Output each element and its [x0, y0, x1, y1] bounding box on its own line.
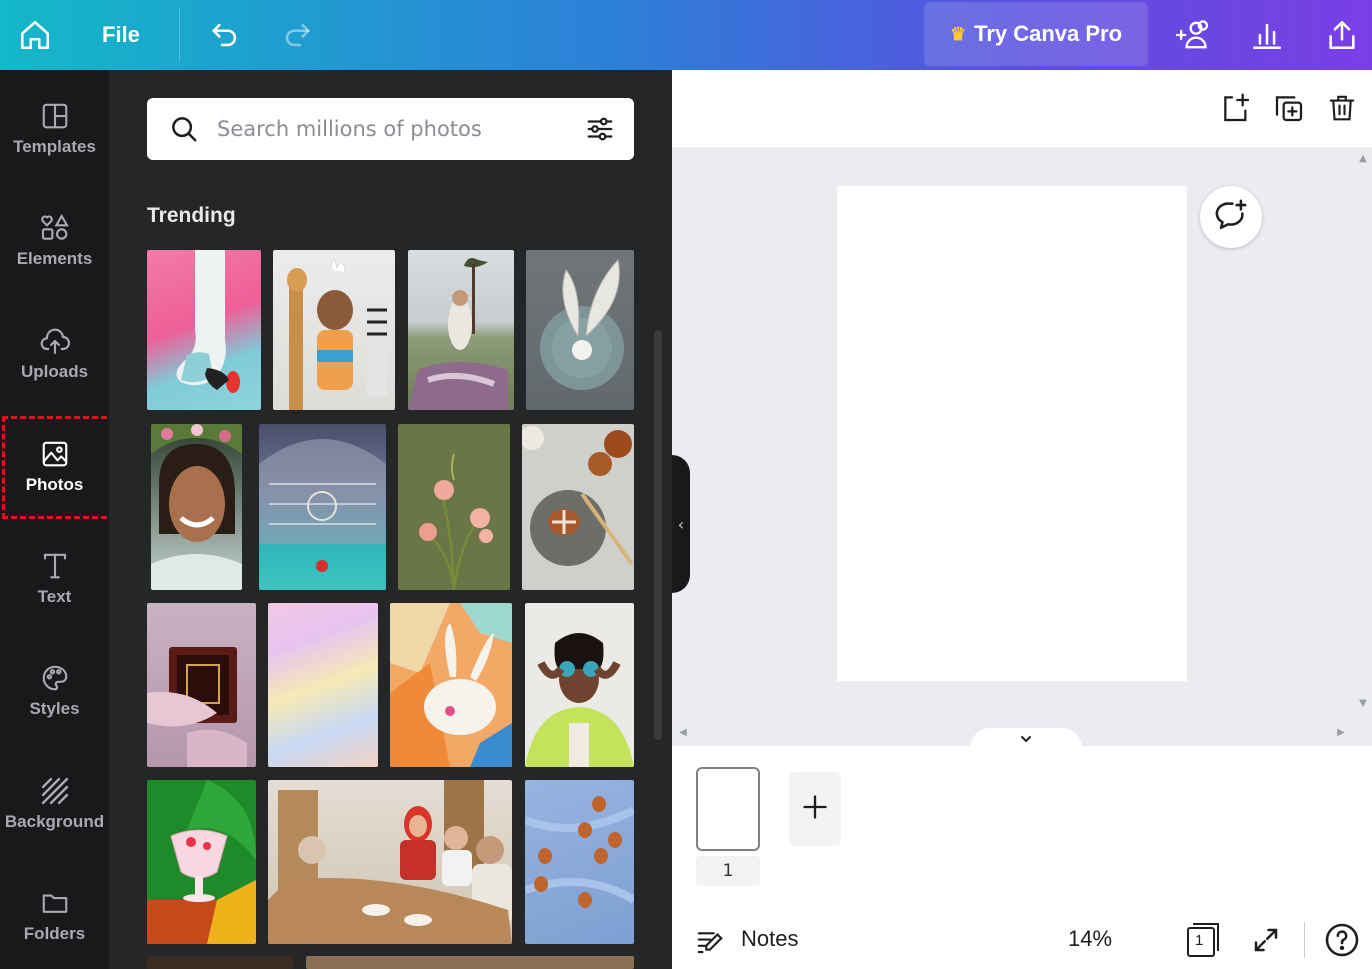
home-icon[interactable] — [14, 14, 56, 56]
rail-label: Elements — [16, 249, 93, 268]
zoom-level[interactable]: 14% — [1068, 926, 1112, 952]
chevron-down-icon — [1018, 732, 1034, 746]
photo-thumbnail[interactable] — [151, 424, 242, 590]
photo-thumbnail[interactable] — [522, 424, 634, 590]
search-box[interactable] — [147, 98, 634, 160]
panel-scrollbar[interactable] — [654, 330, 662, 740]
add-page-button[interactable] — [789, 772, 841, 846]
redo-icon[interactable] — [276, 14, 318, 56]
undo-icon[interactable] — [204, 14, 246, 56]
help-icon[interactable] — [1322, 920, 1362, 960]
rail-item-templates[interactable]: Templates — [0, 78, 109, 178]
photo-thumbnail[interactable] — [525, 780, 634, 944]
rail-label: Templates — [13, 137, 96, 156]
rail-item-styles[interactable]: Styles — [0, 640, 109, 740]
rail-label: Styles — [29, 699, 80, 718]
rail-item-text[interactable]: Text — [0, 528, 109, 628]
try-canva-pro-label: Try Canva Pro — [974, 21, 1123, 46]
photo-thumbnail[interactable] — [147, 956, 293, 969]
upload-cloud-icon — [38, 324, 72, 358]
scroll-up-icon[interactable]: ▲ — [1358, 153, 1368, 164]
file-menu-button[interactable]: File — [94, 18, 148, 52]
rail-label: Background — [4, 812, 105, 831]
divider — [179, 8, 180, 62]
toggle-page-list-button[interactable] — [970, 728, 1082, 748]
comment-plus-icon — [1214, 198, 1248, 236]
page-number-label: 1 — [696, 856, 760, 886]
photo-thumbnail[interactable] — [398, 424, 510, 590]
templates-icon — [38, 99, 72, 133]
photo-thumbnail[interactable] — [147, 603, 256, 767]
page-thumbnail[interactable] — [696, 767, 760, 851]
photo-thumbnail[interactable] — [390, 603, 512, 767]
crown-icon: ♛ — [949, 23, 967, 44]
photo-thumbnail[interactable] — [147, 780, 256, 944]
plus-icon — [801, 793, 829, 825]
photo-thumbnail[interactable] — [306, 956, 634, 969]
rail-label: Uploads — [20, 362, 89, 381]
try-canva-pro-button[interactable]: ♛ Try Canva Pro — [924, 2, 1148, 66]
trash-icon[interactable] — [1324, 90, 1360, 126]
text-icon — [38, 549, 72, 583]
rail-item-folders[interactable]: Folders — [0, 865, 109, 965]
scroll-left-icon[interactable]: ◀ — [678, 726, 688, 738]
photo-thumbnail[interactable] — [268, 603, 378, 767]
rail-label: Text — [37, 587, 72, 606]
search-input[interactable] — [215, 108, 569, 150]
photo-thumbnail[interactable] — [408, 250, 514, 410]
rail-item-background[interactable]: Background — [0, 753, 109, 853]
fullscreen-expand-icon[interactable] — [1248, 922, 1284, 958]
upload-share-icon[interactable] — [1321, 14, 1363, 56]
page-count-button[interactable]: 1 — [1184, 920, 1222, 960]
rail-label: Folders — [23, 924, 86, 943]
add-page-icon[interactable] — [1218, 90, 1254, 126]
vertical-scrollbar[interactable]: ▲ ▼ — [1354, 147, 1372, 718]
folder-icon — [38, 886, 72, 920]
page-count-badge: 1 — [1195, 932, 1204, 949]
photos-highlight-box — [2, 416, 116, 519]
photo-thumbnail[interactable] — [259, 424, 386, 590]
trending-heading: Trending — [147, 204, 236, 227]
palette-icon — [38, 661, 72, 695]
scroll-right-icon[interactable]: ▶ — [1336, 726, 1346, 738]
notes-icon[interactable] — [694, 926, 726, 958]
chevron-left-icon: ‹ — [677, 514, 685, 534]
top-bar: File ♛ Try Canva Pro — [0, 0, 1372, 70]
add-comment-button[interactable] — [1200, 186, 1262, 248]
insights-chart-icon[interactable] — [1246, 14, 1288, 56]
duplicate-page-icon[interactable] — [1271, 90, 1307, 126]
notes-button[interactable]: Notes — [741, 926, 798, 952]
share-people-icon[interactable] — [1171, 14, 1213, 56]
filter-sliders-icon[interactable] — [583, 112, 617, 146]
page-toolbar — [672, 70, 1372, 147]
photo-thumbnail[interactable] — [525, 603, 634, 767]
rail-item-elements[interactable]: Elements — [0, 190, 109, 290]
collapse-panel-button[interactable]: ‹ — [672, 455, 690, 593]
photo-thumbnail[interactable] — [273, 250, 395, 410]
photo-thumbnail[interactable] — [268, 780, 512, 944]
photo-thumbnail[interactable] — [526, 250, 634, 410]
design-canvas-page[interactable] — [837, 186, 1187, 681]
scroll-down-icon[interactable]: ▼ — [1358, 698, 1368, 709]
divider — [1304, 922, 1305, 958]
photo-thumbnail[interactable] — [147, 250, 261, 410]
background-hatch-icon — [38, 774, 72, 808]
rail-item-uploads[interactable]: Uploads — [0, 303, 109, 403]
search-icon — [167, 112, 201, 146]
elements-icon — [38, 211, 72, 245]
